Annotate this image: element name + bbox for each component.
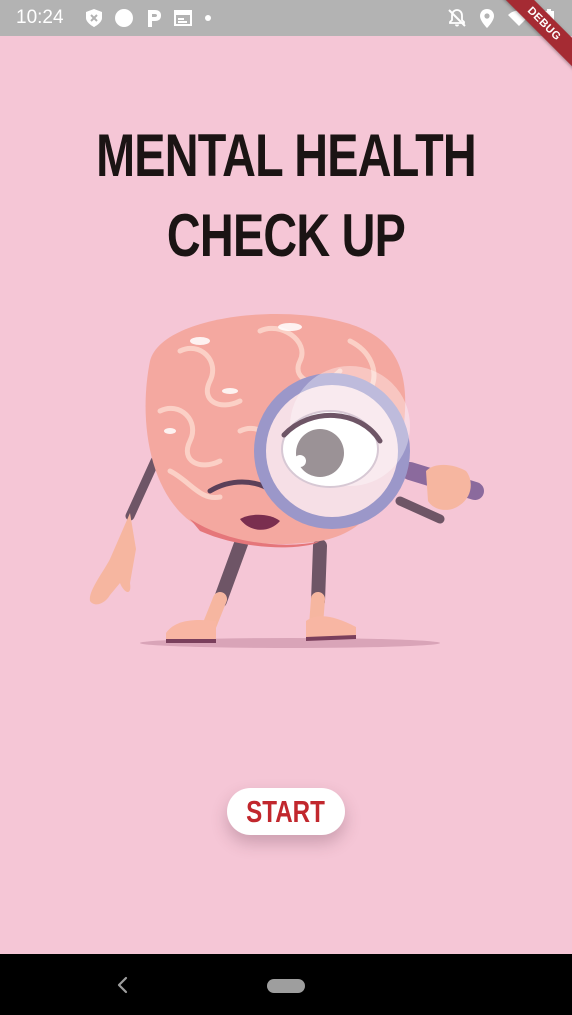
big-eye-highlight (294, 455, 306, 467)
title-line-1: MENTAL HEALTH (96, 122, 477, 189)
parking-icon (147, 10, 161, 27)
shield-x-icon (85, 9, 102, 27)
title-line-2: CHECK UP (166, 202, 406, 269)
left-shoe (166, 620, 216, 641)
home-button[interactable] (267, 979, 305, 993)
page-title: MENTAL HEALTH CHECK UP (0, 116, 572, 276)
left-shoe-sole (166, 639, 216, 643)
status-left-icons (85, 8, 212, 28)
status-bar: 10:24 (0, 0, 572, 36)
brain-magnifier-illustration (89, 314, 484, 648)
bell-off-icon (448, 9, 466, 27)
start-button[interactable]: START (227, 788, 345, 835)
left-hand (89, 513, 136, 605)
status-time: 10:24 (16, 7, 64, 28)
left-leg (213, 534, 249, 608)
navigation-bar (0, 954, 572, 1015)
calendar-icon (173, 10, 192, 26)
dot-icon (204, 15, 211, 21)
right-hand (426, 464, 471, 510)
left-arm (125, 456, 160, 521)
app-screen: MENTAL HEALTH CHECK UP START (0, 36, 572, 954)
big-eye-iris (296, 429, 344, 477)
location-icon (480, 8, 494, 28)
circle-icon (114, 9, 133, 27)
start-button-label: START (246, 793, 326, 829)
back-icon (117, 976, 128, 994)
back-button[interactable] (112, 974, 134, 996)
